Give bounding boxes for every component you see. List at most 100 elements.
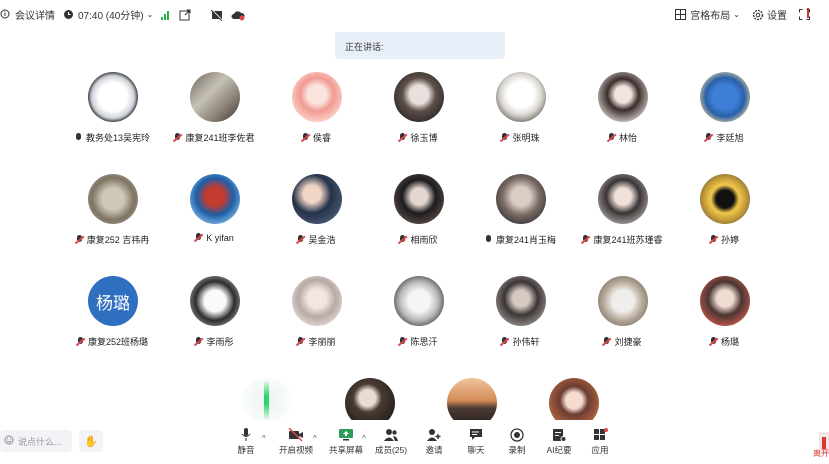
start-video-button[interactable]: 开启视频 <box>274 427 318 462</box>
participant-tile[interactable]: 康复241班李佐君 <box>164 72 264 162</box>
participant-tile[interactable]: K yifan <box>164 174 264 264</box>
chevron-down-icon: ⌄ <box>146 10 154 19</box>
mic-muted-icon <box>500 336 509 347</box>
mic-muted-icon <box>709 336 718 347</box>
participant-avatar <box>700 72 750 122</box>
participant-tile[interactable]: 康复252 吉祎冉 <box>62 174 162 264</box>
participant-tile[interactable]: 刘捷豪 <box>572 276 672 366</box>
mic-muted-icon <box>398 234 407 245</box>
microphone-icon <box>74 132 83 143</box>
screen-annotation-off-icon[interactable] <box>210 8 224 21</box>
mic-muted-icon <box>581 234 590 245</box>
participant-tile[interactable]: 李丽丽 <box>266 276 366 366</box>
participant-name: 康复252班杨璐 <box>87 337 149 347</box>
mic-muted-icon <box>500 132 509 143</box>
participant-avatar: 杨璐 <box>88 276 138 326</box>
add-user-icon <box>426 428 442 442</box>
participant-tile[interactable]: 杨璐 <box>674 276 774 366</box>
participant-tile[interactable]: 吴金浩 <box>266 174 366 264</box>
window-control-marker <box>807 8 809 18</box>
invite-button[interactable]: 邀请 <box>412 428 456 462</box>
participant-avatar <box>88 174 138 224</box>
emoji-icon <box>4 435 14 447</box>
chat-button[interactable]: 聊天 <box>454 428 498 462</box>
apps-grid-icon <box>592 428 608 442</box>
participant-avatar <box>598 276 648 326</box>
mute-label: 静音 <box>237 445 255 455</box>
participant-name: 刘捷豪 <box>614 337 642 347</box>
meeting-details-button[interactable]: 会议详情 <box>0 7 55 22</box>
participant-avatar <box>292 72 342 122</box>
meeting-time[interactable]: 07:40 (40分钟) ⌄ <box>63 7 153 22</box>
participant-namebar: 杨璐 <box>654 335 794 348</box>
video-options-caret[interactable]: ^ <box>313 434 317 443</box>
record-label: 录制 <box>508 445 526 455</box>
raise-hand-button[interactable]: ✋ <box>79 430 103 452</box>
participant-name: 李雨彤 <box>206 337 234 347</box>
clock-icon <box>63 9 75 21</box>
mute-options-caret[interactable]: ^ <box>262 434 266 443</box>
ai-minutes-label: AI纪要 <box>546 445 572 455</box>
settings-button[interactable]: 设置 <box>752 7 787 22</box>
share-label: 共享屏幕 <box>328 445 363 455</box>
mic-muted-icon <box>301 132 310 143</box>
participant-tile[interactable]: 相雨欣 <box>368 174 468 264</box>
apps-button[interactable]: 应用 <box>578 428 622 462</box>
mic-muted-icon <box>75 234 84 245</box>
participant-tile[interactable]: 教务处13吴宪玲 <box>62 72 162 162</box>
ai-minutes-button[interactable]: AI纪要 <box>537 428 581 462</box>
cloud-icon[interactable] <box>231 9 245 21</box>
share-screen-icon <box>338 428 354 442</box>
participant-tile[interactable]: 侯睿 <box>266 72 366 162</box>
mic-muted-icon <box>607 132 616 143</box>
participant-tile[interactable]: 林怡 <box>572 72 672 162</box>
leave-label: 离开 <box>813 449 829 458</box>
participant-name: 杨璐 <box>720 337 739 347</box>
chat-input[interactable]: 说点什么... <box>0 430 72 452</box>
participant-tile[interactable]: 陈思汗 <box>368 276 468 366</box>
fullscreen-icon[interactable] <box>799 8 811 21</box>
participant-tile[interactable]: 孙伟轩 <box>470 276 570 366</box>
participant-avatar <box>292 276 342 326</box>
layout-button[interactable]: 宫格布局 ⌄ <box>675 7 740 22</box>
participant-avatar <box>190 72 240 122</box>
participant-tile[interactable]: 张明珠 <box>470 72 570 162</box>
participant-name: 林怡 <box>618 133 637 143</box>
participant-name: 孙婷 <box>720 235 739 245</box>
mic-muted-icon <box>194 336 203 347</box>
invite-label: 邀请 <box>425 445 443 455</box>
participant-tile[interactable]: 徐玉博 <box>368 72 468 162</box>
participant-avatar <box>496 276 546 326</box>
members-icon <box>383 428 399 442</box>
participant-tile[interactable]: 杨璐康复252班杨璐 <box>62 276 162 366</box>
participant-name: 康复241肖玉梅 <box>495 235 557 245</box>
participant-avatar <box>496 72 546 122</box>
participant-name: 张明珠 <box>512 133 540 143</box>
participant-avatar <box>88 72 138 122</box>
participant-tile[interactable]: 李雨彤 <box>164 276 264 366</box>
share-options-caret[interactable]: ^ <box>362 434 366 443</box>
participant-tile[interactable]: 孙婷 <box>674 174 774 264</box>
speaking-indicator: 正在讲话: <box>335 32 505 59</box>
mic-muted-icon <box>709 234 718 245</box>
hand-icon: ✋ <box>84 435 98 448</box>
participant-avatar <box>598 174 648 224</box>
layout-label: 宫格布局 <box>690 11 731 22</box>
top-bar: 会议详情 07:40 (40分钟) ⌄ 宫格布局 ⌄ 设置 <box>0 0 829 28</box>
participant-tile[interactable]: 李廷旭 <box>674 72 774 162</box>
record-button[interactable]: 录制 <box>495 428 539 462</box>
mic-muted-icon <box>602 336 611 347</box>
participant-namebar: 孙婷 <box>654 233 794 246</box>
members-button[interactable]: 成员(25) <box>369 428 413 462</box>
mic-muted-icon <box>398 336 407 347</box>
external-link-icon[interactable] <box>179 9 191 21</box>
participant-tile[interactable]: 康复241肖玉梅 <box>470 174 570 264</box>
participant-name: 李丽丽 <box>308 337 336 347</box>
chat-label: 聊天 <box>467 445 485 455</box>
participant-tile[interactable]: 康复241班苏瑾睿 <box>572 174 672 264</box>
participant-name: 徐玉博 <box>410 133 438 143</box>
participant-name: 孙伟轩 <box>512 337 540 347</box>
chat-placeholder: 说点什么... <box>18 436 62 447</box>
participant-avatar <box>190 174 240 224</box>
participant-avatar <box>496 174 546 224</box>
